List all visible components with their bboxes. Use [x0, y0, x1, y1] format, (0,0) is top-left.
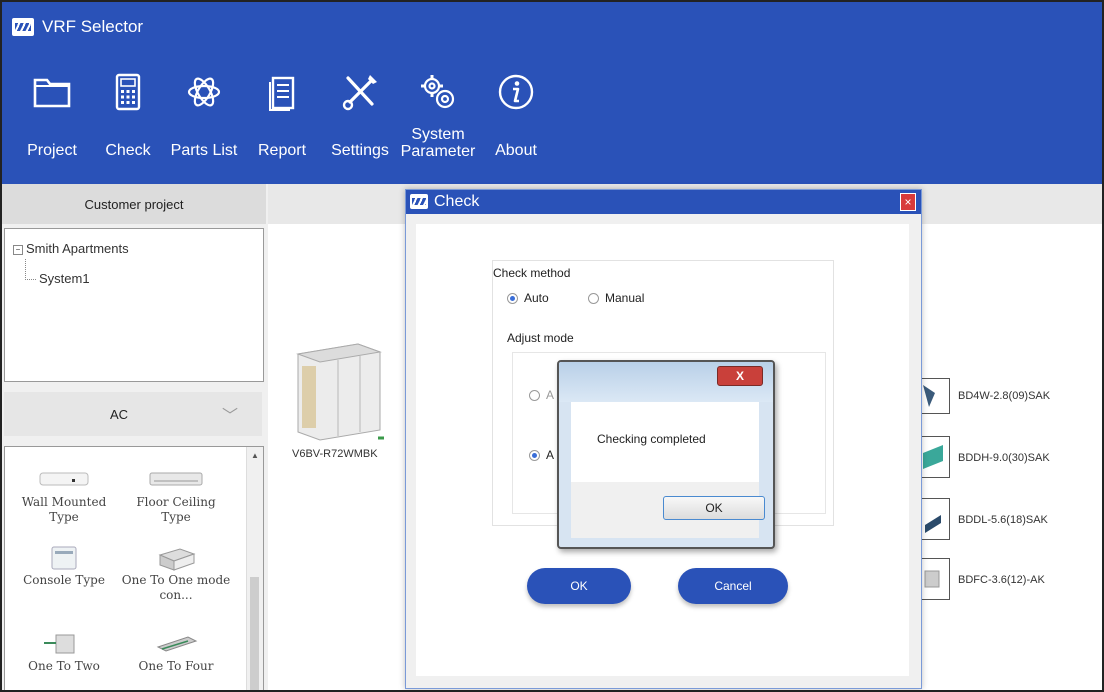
- one-to-two-unit-icon: [9, 631, 119, 654]
- category-value: AC: [110, 407, 129, 422]
- floor-ceiling-unit-icon: [121, 467, 231, 489]
- chevron-down-icon[interactable]: ﹀: [222, 402, 238, 426]
- gears-icon: [421, 75, 455, 109]
- unit-label: Floor Ceiling Type: [136, 495, 216, 524]
- toolbar-about-label: About: [495, 142, 537, 159]
- app-logo-icon: [12, 18, 34, 36]
- message-box-footer: OK: [571, 482, 765, 538]
- app-title: VRF Selector: [42, 17, 144, 36]
- project-tree: − Smith Apartments System1: [4, 228, 264, 382]
- unit-type-list: Wall Mounted Type Floor Ceiling Type Con…: [4, 446, 264, 690]
- indoor-unit-2-icon[interactable]: [918, 436, 950, 478]
- check-dialog-titlebar: Check ×: [406, 190, 921, 214]
- info-icon: [498, 74, 534, 110]
- radio-unselected-icon: [588, 292, 599, 304]
- unit-one-to-four[interactable]: One To Four: [121, 631, 231, 674]
- toolbar-settings-button[interactable]: Settings: [320, 72, 400, 159]
- report-icon: [269, 76, 295, 111]
- toolbar-project-label: Project: [27, 142, 77, 159]
- indoor-unit-1-label: BD4W-2.8(09)SAK: [958, 390, 1051, 402]
- toolbar-report-button[interactable]: Report: [242, 72, 322, 159]
- toolbar-project-button[interactable]: Project: [12, 72, 92, 159]
- unit-label: One To Four: [138, 659, 214, 673]
- toolbar-about-button[interactable]: About: [476, 72, 556, 159]
- wall-unit-icon: [9, 467, 119, 489]
- message-box-titlebar: X: [559, 362, 773, 402]
- folder-icon: [33, 78, 71, 108]
- ribbon: VRF Selector Project Check Parts List Re…: [2, 2, 1102, 184]
- tools-icon: [342, 75, 377, 111]
- message-box: X Checking completed OK: [557, 360, 775, 549]
- unit-wall-mounted[interactable]: Wall Mounted Type: [9, 467, 119, 525]
- radio-selected-icon: [507, 292, 518, 304]
- toolbar-settings-label: Settings: [331, 142, 389, 159]
- scroll-up-icon[interactable]: ▲: [251, 451, 259, 460]
- scrollbar-thumb[interactable]: [250, 577, 259, 690]
- toolbar-check-label: Check: [105, 142, 151, 159]
- one-to-four-unit-icon: [121, 631, 231, 653]
- check-dialog-title: Check: [434, 193, 480, 210]
- adjust-option-2-radio[interactable]: A: [529, 448, 554, 462]
- toolbar-check-button[interactable]: Check: [88, 72, 168, 159]
- calculator-icon: [115, 73, 141, 111]
- adjust-option-2-label: A: [546, 448, 555, 462]
- manual-radio[interactable]: Manual: [588, 291, 644, 305]
- radio-unselected-icon: [529, 389, 540, 401]
- tree-node-project-label: Smith Apartments: [26, 241, 129, 256]
- console-unit-icon: [9, 545, 119, 570]
- unit-one-to-two[interactable]: One To Two: [9, 631, 119, 674]
- radio-selected-icon: [529, 449, 540, 461]
- indoor-unit-2-label: BDDH-9.0(30)SAK: [958, 452, 1050, 464]
- close-icon[interactable]: ×: [900, 193, 916, 211]
- app-window: VRF Selector Project Check Parts List Re…: [0, 0, 1104, 692]
- app-title-bar: VRF Selector: [12, 14, 143, 40]
- unit-label: One To One mode con...: [121, 573, 231, 602]
- tree-node-system[interactable]: System1: [39, 271, 90, 286]
- one-to-one-unit-icon: [121, 545, 231, 571]
- check-cancel-button[interactable]: Cancel: [678, 568, 788, 604]
- tree-node-project[interactable]: − Smith Apartments: [13, 241, 129, 256]
- outdoor-unit-label: V6BV-R72WMBK: [292, 448, 378, 460]
- indoor-unit-1-icon[interactable]: [918, 378, 950, 414]
- indoor-unit-3-label: BDDL-5.6(18)SAK: [958, 514, 1048, 526]
- auto-radio[interactable]: Auto: [507, 291, 549, 305]
- indoor-unit-4-icon[interactable]: [918, 558, 950, 600]
- message-ok-button[interactable]: OK: [663, 496, 765, 520]
- dialog-logo-icon: [410, 194, 428, 209]
- toolbar-system-parameter-label: System Parameter: [400, 126, 476, 160]
- toolbar-system-parameter-button[interactable]: System Parameter: [398, 72, 478, 160]
- outdoor-unit-image[interactable]: [292, 332, 384, 444]
- unit-label: Console Type: [23, 573, 105, 587]
- toolbar-report-label: Report: [257, 142, 307, 159]
- left-panel: Customer project − Smith Apartments Syste…: [2, 184, 266, 690]
- customer-project-header: Customer project: [2, 184, 266, 224]
- collapse-icon[interactable]: −: [13, 244, 23, 255]
- adjust-option-1-radio[interactable]: A: [529, 388, 554, 402]
- toolbar-parts-list-button[interactable]: Parts List: [164, 72, 244, 159]
- adjust-option-1-label: A: [546, 388, 555, 402]
- check-method-label: Check method: [493, 266, 571, 280]
- unit-one-to-one[interactable]: One To One mode con...: [121, 545, 231, 603]
- message-text: Checking completed: [597, 432, 706, 446]
- unit-list-scrollbar[interactable]: ▲: [246, 447, 263, 690]
- auto-radio-label: Auto: [524, 291, 549, 305]
- message-box-body: Checking completed: [571, 402, 759, 482]
- indoor-unit-3-icon[interactable]: [918, 498, 950, 540]
- indoor-unit-4-label: BDFC-3.6(12)-AK: [958, 574, 1045, 586]
- tree-connector: [25, 259, 36, 280]
- manual-radio-label: Manual: [605, 291, 645, 305]
- unit-console[interactable]: Console Type: [9, 545, 119, 588]
- unit-label: One To Two: [28, 659, 100, 673]
- toolbar-parts-list-label: Parts List: [170, 142, 238, 159]
- parts-icon: [187, 77, 221, 107]
- message-close-button[interactable]: X: [717, 366, 763, 386]
- adjust-mode-label: Adjust mode: [507, 331, 574, 345]
- category-select[interactable]: AC ﹀: [4, 392, 262, 436]
- unit-floor-ceiling[interactable]: Floor Ceiling Type: [121, 467, 231, 525]
- check-ok-button[interactable]: OK: [527, 568, 631, 604]
- unit-label: Wall Mounted Type: [21, 495, 107, 524]
